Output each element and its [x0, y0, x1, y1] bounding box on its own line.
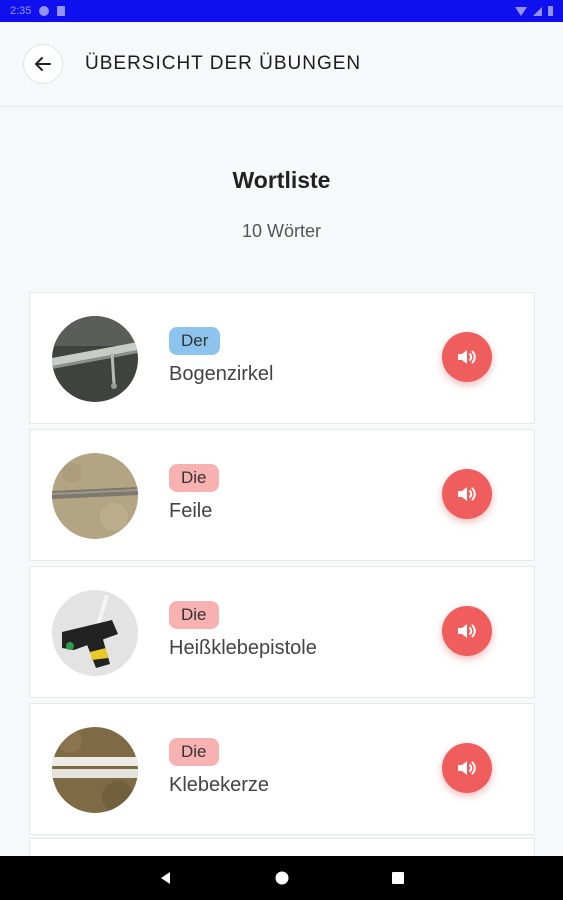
speaker-icon — [458, 350, 476, 364]
arrow-left-icon — [35, 57, 51, 71]
play-audio-button[interactable] — [442, 469, 492, 519]
word-card: Die Feile — [29, 429, 535, 561]
word-card: Die Klebekerze — [29, 703, 535, 835]
nav-recents-icon[interactable] — [390, 870, 406, 886]
word-count: 10 Wörter — [241, 221, 322, 241]
signal-icon — [533, 6, 542, 16]
word-label: Heißklebepistole — [169, 637, 317, 659]
app-notification-icon — [57, 6, 66, 16]
word-image-feile — [52, 453, 138, 539]
word-image-klebekerze — [52, 727, 138, 813]
battery-icon — [548, 6, 553, 16]
back-button[interactable] — [23, 44, 63, 84]
app-header: ÜBERSICHT DER ÜBUNGEN — [0, 22, 563, 107]
status-time: 2:35 — [10, 5, 32, 17]
notification-icon — [39, 6, 50, 16]
wifi-icon — [515, 6, 527, 16]
speaker-icon — [458, 624, 476, 638]
speaker-icon — [458, 487, 476, 501]
article-badge: Die — [169, 738, 219, 766]
nav-home-icon[interactable] — [274, 870, 290, 886]
nav-back-icon[interactable] — [158, 870, 174, 886]
word-label: Feile — [169, 500, 213, 522]
system-nav-bar — [0, 856, 563, 900]
play-audio-button[interactable] — [442, 743, 492, 793]
word-card: Der Bogenzirkel — [29, 292, 535, 424]
word-label: Klebekerze — [169, 774, 270, 796]
page-title: ÜBERSICHT DER ÜBUNGEN — [85, 53, 362, 74]
article-badge: Die — [169, 601, 219, 629]
article-badge: Der — [169, 327, 221, 355]
word-card: Die Heißklebepistole — [29, 566, 535, 698]
word-label: Bogenzirkel — [169, 363, 274, 385]
status-bar: 2:35 — [0, 0, 563, 22]
play-audio-button[interactable] — [442, 606, 492, 656]
word-image-heissklebepistole — [52, 590, 138, 676]
article-badge: Die — [169, 464, 219, 492]
word-image-bogenzirkel — [52, 316, 138, 402]
word-list-title: Wortliste — [232, 167, 331, 193]
speaker-icon — [458, 761, 476, 775]
play-audio-button[interactable] — [442, 332, 492, 382]
